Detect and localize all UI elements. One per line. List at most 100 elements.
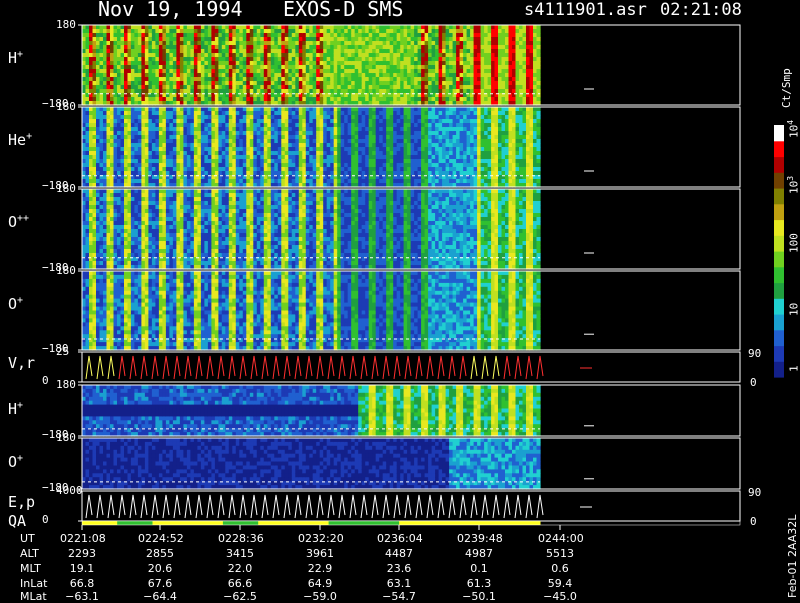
- heatmap-cell: [197, 159, 201, 164]
- heatmap-cell: [502, 61, 506, 66]
- heatmap-cell: [114, 131, 118, 136]
- heatmap-cell: [155, 123, 159, 128]
- heatmap-cell: [169, 127, 173, 132]
- heatmap-cell: [414, 115, 418, 120]
- heatmap-cell: [166, 73, 170, 78]
- heatmap-cell: [386, 65, 390, 70]
- heatmap-cell: [274, 163, 278, 168]
- heatmap-cell: [173, 131, 177, 136]
- heatmap-cell: [512, 57, 516, 62]
- heatmap-cell: [523, 25, 527, 30]
- heatmap-cell: [148, 77, 152, 82]
- heatmap-cell: [530, 89, 534, 94]
- heatmap-cell: [533, 25, 537, 30]
- heatmap-cell: [82, 57, 86, 62]
- heatmap-cell: [386, 159, 390, 164]
- heatmap-cell: [355, 135, 359, 140]
- heatmap-cell: [278, 115, 282, 120]
- heatmap-cell: [86, 57, 90, 62]
- heatmap-cell: [180, 65, 184, 70]
- heatmap-cell: [397, 89, 401, 94]
- heatmap-cell: [390, 119, 394, 124]
- heatmap-cell: [197, 115, 201, 120]
- heatmap-cell: [411, 77, 415, 82]
- heatmap-cell: [376, 33, 380, 38]
- heatmap-cell: [194, 33, 198, 38]
- heatmap-cell: [411, 143, 415, 148]
- heatmap-cell: [176, 159, 180, 164]
- heatmap-cell: [236, 49, 240, 54]
- heatmap-cell: [358, 107, 362, 112]
- heatmap-cell: [215, 81, 219, 86]
- heatmap-cell: [411, 127, 415, 132]
- heatmap-cell: [498, 29, 502, 34]
- heatmap-cell: [173, 151, 177, 156]
- heatmap-cell: [155, 29, 159, 34]
- heatmap-cell: [114, 45, 118, 50]
- heatmap-cell: [117, 37, 121, 42]
- heatmap-cell: [278, 151, 282, 156]
- heatmap-cell: [404, 107, 408, 112]
- heatmap-cell: [533, 57, 537, 62]
- heatmap-cell: [414, 179, 418, 184]
- heatmap-cell: [481, 29, 485, 34]
- heatmap-cell: [369, 81, 373, 86]
- heatmap-cell: [439, 85, 443, 90]
- heatmap-cell: [488, 115, 492, 120]
- heatmap-cell: [124, 29, 128, 34]
- heatmap-cell: [470, 65, 474, 70]
- heatmap-cell: [362, 37, 366, 42]
- heatmap-cell: [386, 37, 390, 42]
- heatmap-cell: [197, 85, 201, 90]
- heatmap-cell: [229, 179, 233, 184]
- heatmap-cell: [355, 49, 359, 54]
- heatmap-cell: [197, 135, 201, 140]
- heatmap-cell: [365, 151, 369, 156]
- heatmap-cell: [89, 25, 93, 30]
- heatmap-cell: [285, 85, 289, 90]
- heatmap-cell: [103, 49, 107, 54]
- heatmap-cell: [243, 123, 247, 128]
- heatmap-cell: [449, 143, 453, 148]
- heatmap-cell: [327, 53, 331, 58]
- heatmap-cell: [131, 179, 135, 184]
- heatmap-cell: [208, 49, 212, 54]
- heatmap-cell: [327, 163, 331, 168]
- heatmap-cell: [82, 25, 86, 30]
- heatmap-cell: [341, 163, 345, 168]
- heatmap-cell: [86, 81, 90, 86]
- heatmap-cell: [239, 139, 243, 144]
- heatmap-cell: [439, 135, 443, 140]
- heatmap-cell: [264, 53, 268, 58]
- heatmap-cell: [173, 65, 177, 70]
- heatmap-cell: [82, 151, 86, 156]
- heatmap-cell: [442, 159, 446, 164]
- heatmap-cell: [369, 139, 373, 144]
- heatmap-cell: [96, 135, 100, 140]
- heatmap-cell: [474, 73, 478, 78]
- heatmap-cell: [288, 69, 292, 74]
- heatmap-cell: [386, 73, 390, 78]
- heatmap-cell: [439, 49, 443, 54]
- heatmap-cell: [292, 65, 296, 70]
- heatmap-cell: [509, 69, 513, 74]
- heatmap-cell: [435, 81, 439, 86]
- heatmap-cell: [222, 155, 226, 160]
- heatmap-cell: [246, 115, 250, 120]
- heatmap-cell: [337, 81, 341, 86]
- heatmap-cell: [250, 45, 254, 50]
- heatmap-cell: [271, 33, 275, 38]
- heatmap-cell: [460, 139, 464, 144]
- heatmap-cell: [386, 115, 390, 120]
- heatmap-cell: [362, 65, 366, 70]
- heatmap-cell: [169, 61, 173, 66]
- heatmap-cell: [414, 163, 418, 168]
- heatmap-cell: [355, 143, 359, 148]
- heatmap-cell: [334, 29, 338, 34]
- heatmap-cell: [173, 57, 177, 62]
- heatmap-cell: [194, 139, 198, 144]
- heatmap-cell: [512, 29, 516, 34]
- heatmap-cell: [484, 85, 488, 90]
- heatmap-cell: [306, 45, 310, 50]
- heatmap-cell: [264, 81, 268, 86]
